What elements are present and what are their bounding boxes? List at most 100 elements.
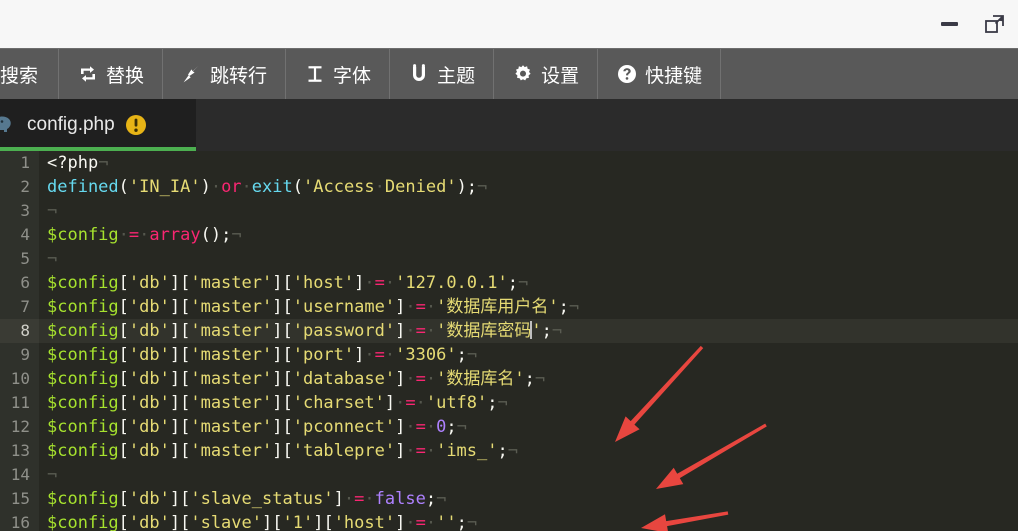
code-token: 'master' xyxy=(190,321,273,341)
code-token: ¬ xyxy=(231,225,242,245)
code-token: ] xyxy=(395,417,406,437)
code-token: 'db' xyxy=(128,297,170,317)
code-line[interactable]: 1 <?php¬ xyxy=(0,151,1018,175)
line-number: 13 xyxy=(0,439,39,463)
code-token: '数据库名' xyxy=(436,369,525,389)
code-line[interactable]: 6 $config['db']['master']['host']·=·'127.… xyxy=(0,271,1018,295)
replace-icon xyxy=(77,63,99,85)
code-line[interactable]: 13 $config['db']['master']['tablepre']·=·… xyxy=(0,439,1018,463)
maximize-button[interactable] xyxy=(972,4,1018,44)
code-token: ; xyxy=(446,417,457,437)
code-token: $config xyxy=(47,513,119,531)
code-line[interactable]: 15 $config['db']['slave_status']·=·false;… xyxy=(0,487,1018,511)
code-token: ; xyxy=(507,273,518,293)
code-token: ][ xyxy=(272,393,293,413)
code-token: ¬ xyxy=(497,393,508,413)
code-token: 'port' xyxy=(292,345,355,365)
toolbar-button-theme[interactable]: 主题 xyxy=(390,49,495,99)
code-line[interactable]: 3 ¬ xyxy=(0,199,1018,223)
code-token: [ xyxy=(118,321,129,341)
code-token: 'ims_' xyxy=(436,441,498,461)
tab-config-php[interactable]: config.php xyxy=(0,99,196,151)
code-token: · xyxy=(425,513,437,531)
code-token: ¬ xyxy=(466,513,478,531)
toolbar-button-font[interactable]: 字体 xyxy=(286,49,391,99)
line-number: 6 xyxy=(0,271,39,295)
code-token: defined xyxy=(47,177,119,197)
code-token: ; xyxy=(456,345,467,365)
toolbar-button-shortcuts[interactable]: 快捷键 xyxy=(598,49,722,99)
code-line[interactable]: 2 defined('IN_IA')·or·exit('Access·Denied… xyxy=(0,175,1018,199)
code-token: ; xyxy=(425,489,437,509)
code-token: [ xyxy=(118,369,129,389)
code-line[interactable]: 5 ¬ xyxy=(0,247,1018,271)
code-line-content: ¬ xyxy=(39,199,1018,223)
minimize-button[interactable] xyxy=(926,4,972,44)
code-token: 'master' xyxy=(190,393,273,413)
code-token: ¬ xyxy=(436,489,447,509)
code-token: · xyxy=(405,417,416,437)
code-lines-container: 1 <?php¬ 2 defined('IN_IA')·or·exit('Access… xyxy=(0,151,1018,531)
code-token: = xyxy=(415,369,426,389)
code-token: ) xyxy=(200,177,211,197)
code-token: ¬ xyxy=(47,201,58,221)
code-token: ; xyxy=(558,297,569,317)
code-token: 'slave' xyxy=(190,513,262,531)
toolbar-button-replace[interactable]: 替换 xyxy=(59,49,164,99)
code-line-content: $config['db']['master']['charset']·=·'ut… xyxy=(39,391,1018,415)
code-token: 'database' xyxy=(292,369,396,389)
code-token: (); xyxy=(200,225,232,245)
code-token: 'db' xyxy=(128,321,170,341)
code-line-content: $config['db']['slave']['1']['host']·=·''… xyxy=(39,511,1018,531)
code-token: ][ xyxy=(169,417,191,437)
code-line[interactable]: 9 $config['db']['master']['port']·=·'3306… xyxy=(0,343,1018,367)
code-token: ¬ xyxy=(47,465,58,485)
code-token: [ xyxy=(118,489,129,509)
code-token: ¬ xyxy=(47,249,58,269)
code-token: ][ xyxy=(169,369,191,389)
code-token: $config xyxy=(47,393,119,413)
code-editor-window: 搜索 替换 跳转行 字体 主题 设置 快捷键 config.php 1 <?ph… xyxy=(0,0,1018,531)
code-token: 'master' xyxy=(190,369,273,389)
code-line[interactable]: 7 $config['db']['master']['username']·=·'… xyxy=(0,295,1018,319)
code-line[interactable]: 16 $config['db']['slave']['1']['host']·=·… xyxy=(0,511,1018,531)
code-token: 'utf8' xyxy=(425,393,488,413)
code-token: = xyxy=(374,273,385,293)
code-token: · xyxy=(425,321,437,341)
code-line[interactable]: 8 $config['db']['master']['password']·=·'… xyxy=(0,319,1018,343)
code-token: ][ xyxy=(272,273,293,293)
code-line-content: $config['db']['master']['username']·=·'数… xyxy=(39,295,1018,319)
code-line[interactable]: 4 $config·=·array();¬ xyxy=(0,223,1018,247)
line-number: 16 xyxy=(0,511,39,531)
code-line[interactable]: 14 ¬ xyxy=(0,463,1018,487)
code-line[interactable]: 11 $config['db']['master']['charset']·=·'… xyxy=(0,391,1018,415)
toolbar-button-settings[interactable]: 设置 xyxy=(494,49,599,99)
code-editor-area[interactable]: 1 <?php¬ 2 defined('IN_IA')·or·exit('Access… xyxy=(0,151,1018,531)
code-line[interactable]: 10 $config['db']['master']['database']·=·… xyxy=(0,367,1018,391)
code-token: ; xyxy=(456,513,467,531)
code-token: ¬ xyxy=(507,441,518,461)
code-token: $config xyxy=(47,489,119,509)
code-token: 'host' xyxy=(333,513,396,531)
toolbar-label-replace: 替换 xyxy=(106,65,145,87)
code-token: 'slave_status' xyxy=(190,489,334,509)
toolbar-button-goto-line[interactable]: 跳转行 xyxy=(163,49,287,99)
code-token: ] xyxy=(384,393,396,413)
code-line-content: $config['db']['master']['pconnect']·=·0;… xyxy=(39,415,1018,439)
code-line[interactable]: 12 $config['db']['master']['pconnect']·=·… xyxy=(0,415,1018,439)
code-token: ][ xyxy=(169,489,191,509)
code-token: '' xyxy=(436,513,457,531)
code-token: · xyxy=(395,393,406,413)
toolbar-label-settings: 设置 xyxy=(541,65,580,87)
code-token: = xyxy=(415,441,426,461)
code-token: 'db' xyxy=(128,417,170,437)
toolbar-button-search[interactable]: 搜索 xyxy=(0,49,60,99)
code-token: ][ xyxy=(169,345,191,365)
code-token: ¬ xyxy=(98,153,109,173)
code-token: [ xyxy=(118,393,129,413)
code-token: 'password' xyxy=(292,321,396,341)
code-token: ] xyxy=(395,321,406,341)
code-token: ( xyxy=(118,177,129,197)
code-token: · xyxy=(364,345,375,365)
code-token: $config xyxy=(47,225,119,245)
